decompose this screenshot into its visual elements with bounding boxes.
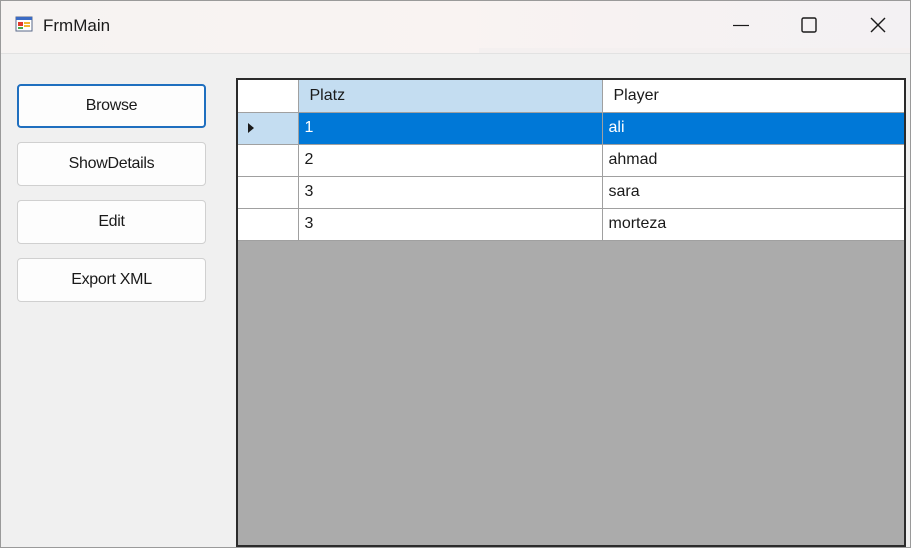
cell-platz[interactable]: 3 — [298, 208, 603, 241]
close-button[interactable] — [844, 1, 911, 49]
cell-player[interactable]: ali — [602, 112, 904, 145]
edit-button[interactable]: Edit — [17, 200, 206, 244]
window-title: FrmMain — [43, 16, 111, 35]
grid-header-row: Platz Player — [238, 80, 904, 113]
column-header-platz[interactable]: Platz — [298, 80, 603, 113]
cell-player[interactable]: sara — [602, 176, 904, 209]
form-app-icon[interactable] — [15, 15, 33, 33]
cell-platz[interactable]: 1 — [298, 112, 603, 145]
minimize-button[interactable] — [707, 1, 775, 49]
cell-platz[interactable]: 2 — [298, 144, 603, 177]
close-icon — [870, 17, 886, 33]
export-xml-button[interactable]: Export XML — [17, 258, 206, 302]
table-row[interactable]: 1 ali — [238, 112, 904, 145]
cell-platz[interactable]: 3 — [298, 176, 603, 209]
cell-player[interactable]: ahmad — [602, 144, 904, 177]
row-header[interactable] — [238, 112, 299, 145]
table-row[interactable]: 3 sara — [238, 176, 904, 209]
browse-button[interactable]: Browse — [17, 84, 206, 128]
maximize-icon — [801, 17, 817, 33]
maximize-button[interactable] — [775, 1, 843, 49]
row-indicator-arrow-icon — [248, 123, 254, 133]
row-header[interactable] — [238, 144, 299, 177]
data-grid[interactable]: Platz Player 1 ali 2 ahmad 3 sara 3 mort… — [236, 78, 906, 547]
main-window: FrmMain Browse ShowDetails Edit Export X… — [0, 0, 911, 548]
table-row[interactable]: 3 morteza — [238, 208, 904, 241]
title-bar[interactable]: FrmMain — [1, 1, 910, 54]
data-grid-table: Platz Player 1 ali 2 ahmad 3 sara 3 mort… — [238, 80, 904, 241]
show-details-button[interactable]: ShowDetails — [17, 142, 206, 186]
grid-corner-header[interactable] — [238, 80, 299, 113]
row-header[interactable] — [238, 176, 299, 209]
minimize-icon — [733, 24, 749, 27]
row-header[interactable] — [238, 208, 299, 241]
table-row[interactable]: 2 ahmad — [238, 144, 904, 177]
column-header-player[interactable]: Player — [602, 80, 904, 113]
cell-player[interactable]: morteza — [602, 208, 904, 241]
